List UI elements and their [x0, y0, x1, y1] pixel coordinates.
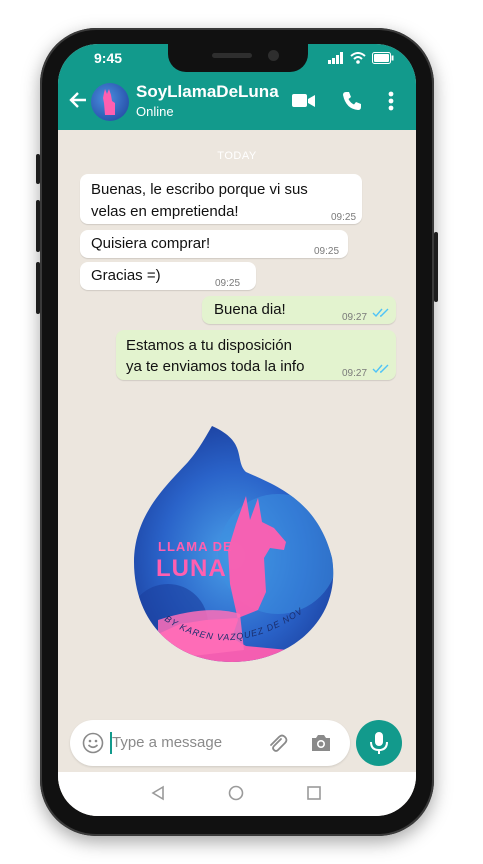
message-text: velas en empretienda! — [91, 203, 239, 220]
sticker-title-line2: LUNA — [156, 555, 227, 582]
back-arrow-icon[interactable] — [68, 90, 88, 110]
phone-side-button — [36, 200, 40, 252]
llama-de-luna-sticker[interactable]: LLAMA DE LUNA BY KAREN VAZQUEZ DE NOVOA — [128, 424, 338, 664]
nav-back-icon[interactable] — [150, 785, 166, 801]
message-bubble[interactable]: Buena dia! 09:27 — [202, 296, 396, 324]
more-vert-icon[interactable] — [388, 90, 394, 112]
status-time: 9:45 — [94, 50, 123, 66]
speaker — [212, 53, 252, 58]
nav-home-icon[interactable] — [228, 785, 244, 801]
message-time: 09:25 — [215, 278, 241, 289]
wifi-icon — [350, 52, 366, 64]
video-call-icon[interactable] — [292, 92, 316, 110]
attach-icon[interactable] — [266, 732, 288, 754]
message-text: Buena dia! — [214, 301, 286, 318]
message-time: 09:27 — [342, 312, 368, 323]
message-bubble[interactable]: Quisiera comprar! 09:25 — [80, 230, 348, 258]
avatar[interactable] — [91, 83, 129, 121]
camera-icon[interactable] — [310, 733, 332, 753]
front-camera — [268, 50, 279, 61]
nav-recents-icon[interactable] — [306, 785, 322, 801]
contact-status: Online — [136, 104, 174, 119]
message-text: Quisiera comprar! — [91, 235, 211, 252]
message-time: 09:25 — [314, 246, 340, 257]
phone-side-button — [36, 262, 40, 314]
phone-icon[interactable] — [341, 90, 363, 112]
message-text: Buenas, le escribo porque vi sus — [91, 181, 308, 198]
notch — [168, 44, 308, 72]
message-text: ya te enviamos toda la info — [126, 358, 305, 375]
android-nav-bar — [58, 772, 416, 816]
phone-side-button — [434, 232, 438, 302]
message-input[interactable]: Type a message — [112, 734, 222, 751]
contact-name[interactable]: SoyLlamaDeLuna — [136, 82, 279, 102]
message-time: 09:25 — [331, 212, 357, 223]
llama-logo-icon — [103, 89, 115, 115]
read-receipt-icon — [372, 308, 389, 318]
phone-screen: 9:45 SoyLlamaDeLuna Online TODAY Buenas,… — [58, 44, 416, 816]
battery-icon — [372, 52, 394, 64]
status-icons — [328, 52, 394, 64]
chat-header: SoyLlamaDeLuna Online — [58, 74, 416, 130]
read-receipt-icon — [372, 364, 389, 374]
message-bubble[interactable]: Estamos a tu disposición ya te enviamos … — [116, 330, 396, 380]
message-time: 09:27 — [342, 368, 368, 379]
message-composer: Type a message — [70, 720, 350, 766]
date-label: TODAY — [217, 150, 257, 162]
emoji-icon[interactable] — [82, 732, 104, 754]
signal-icon — [328, 52, 343, 64]
sticker-title-line1: LLAMA DE — [158, 539, 233, 554]
message-text: Gracias =) — [91, 267, 161, 284]
phone-side-button — [36, 154, 40, 184]
mic-icon — [370, 732, 388, 754]
message-bubble[interactable]: Gracias =) 09:25 — [80, 262, 256, 290]
message-bubble[interactable]: Buenas, le escribo porque vi sus velas e… — [80, 174, 362, 224]
message-text: Estamos a tu disposición — [126, 337, 292, 354]
mic-button[interactable] — [356, 720, 402, 766]
chat-area: TODAY Buenas, le escribo porque vi sus v… — [58, 130, 416, 736]
status-bar: 9:45 — [58, 44, 416, 74]
